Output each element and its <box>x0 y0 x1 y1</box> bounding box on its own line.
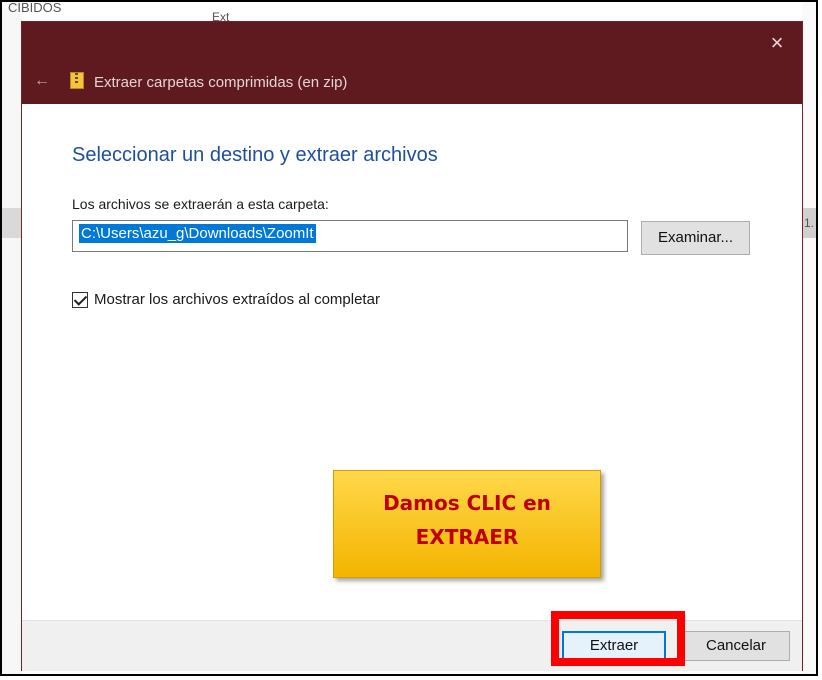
destination-label: Los archivos se extraerán a esta carpeta… <box>72 196 329 212</box>
destination-path-input[interactable]: C:\Users\azu_g\Downloads\ZoomIt <box>72 220 628 252</box>
destination-path-value: C:\Users\azu_g\Downloads\ZoomIt <box>79 224 316 243</box>
background-window-left <box>2 2 22 674</box>
callout-text-line2: EXTRAER <box>415 525 519 549</box>
dialog-footer: Extraer Cancelar <box>22 620 802 671</box>
callout-text-line1: Damos CLIC en <box>383 491 551 515</box>
cancel-button[interactable]: Cancelar <box>682 631 790 661</box>
dialog-titlebar: × ← Extraer carpetas comprimidas (en zip… <box>22 22 802 104</box>
zip-folder-icon <box>70 72 84 89</box>
screenshot-frame: CIBIDOS Ext 1. × ← Extraer carpetas comp… <box>0 0 818 676</box>
background-text-right: 1. <box>804 216 815 230</box>
background-window-right <box>802 2 816 674</box>
page-heading: Seleccionar un destino y extraer archivo… <box>72 144 438 166</box>
dialog-title: Extraer carpetas comprimidas (en zip) <box>94 74 348 91</box>
show-files-checkbox[interactable] <box>72 292 88 308</box>
show-files-label[interactable]: Mostrar los archivos extraídos al comple… <box>94 291 380 308</box>
background-row <box>2 208 22 238</box>
extract-button-highlight <box>551 611 685 666</box>
instruction-callout: Damos CLIC en EXTRAER <box>333 470 601 578</box>
background-text-cibidos: CIBIDOS <box>8 0 62 15</box>
close-icon[interactable]: × <box>764 30 790 56</box>
browse-button[interactable]: Examinar... <box>641 221 750 255</box>
back-arrow-icon[interactable]: ← <box>34 72 50 90</box>
